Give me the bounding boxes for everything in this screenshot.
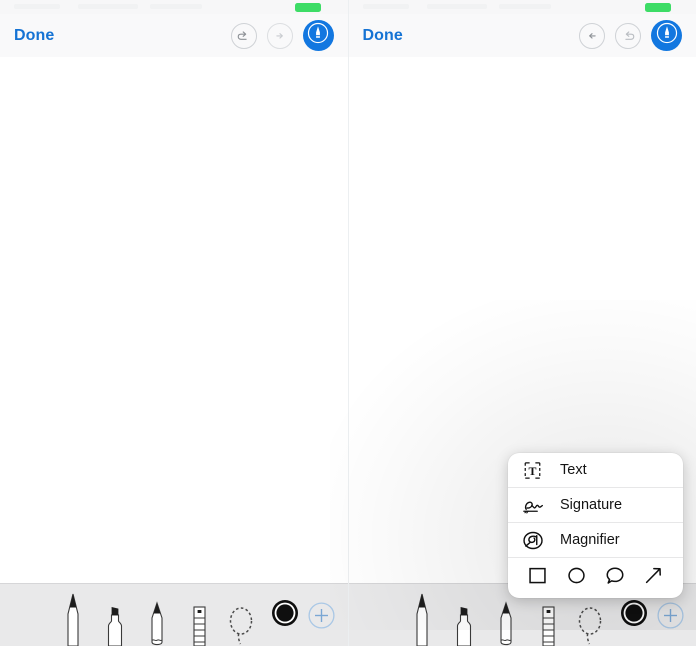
navbar-left: Done — [0, 14, 348, 58]
pencil-icon — [147, 600, 167, 646]
circle-shape[interactable] — [560, 562, 592, 594]
battery-full-icon — [644, 3, 671, 12]
highlighter-tool[interactable] — [94, 588, 136, 646]
arrow-icon — [643, 565, 664, 591]
arrow-shape[interactable] — [638, 562, 670, 594]
lasso-icon — [226, 602, 256, 646]
svg-text:T: T — [529, 463, 537, 477]
navbar-actions-right — [579, 20, 696, 51]
pen-icon — [411, 592, 433, 646]
magnifier-icon — [522, 530, 552, 551]
plus-circle-icon — [656, 602, 684, 634]
add-annotation-menu: T Text Signature Magnifier — [508, 453, 683, 598]
status-bar-right — [348, 0, 696, 15]
redo-button-right[interactable] — [615, 22, 641, 49]
shape-tools-row — [508, 558, 683, 598]
circle-icon — [566, 565, 587, 591]
undo-arrow-icon — [585, 28, 600, 43]
redo-button-left[interactable] — [266, 22, 293, 49]
menu-item-label: Signature — [560, 497, 623, 513]
menu-item-text[interactable]: T Text — [508, 453, 683, 488]
lasso-tool[interactable] — [220, 588, 262, 646]
eraser-icon — [189, 604, 209, 646]
add-button[interactable] — [656, 602, 684, 646]
pencil-tool[interactable] — [136, 588, 178, 646]
highlighter-icon — [103, 604, 127, 646]
lasso-icon — [575, 602, 605, 646]
device-panel-left: Done — [0, 0, 349, 646]
pen-markup-icon — [656, 22, 678, 49]
markup-editor-screen: Done Done T Text Signature Magnifier — [0, 0, 696, 646]
redo-arrow-icon — [272, 28, 287, 43]
navbar-actions-left — [230, 20, 348, 51]
battery-full-icon — [295, 3, 321, 12]
tools-bar-left — [0, 583, 348, 646]
speech-bubble-icon — [604, 565, 626, 591]
pen-tool[interactable] — [401, 588, 443, 646]
plus-circle-icon — [308, 602, 335, 634]
signature-icon — [522, 495, 552, 515]
highlighter-tool[interactable] — [443, 588, 485, 646]
add-button[interactable] — [308, 602, 335, 646]
square-shape[interactable] — [521, 562, 553, 594]
done-button-right[interactable]: Done — [363, 27, 403, 44]
undo-button-left[interactable] — [230, 22, 257, 49]
highlighter-icon — [452, 604, 476, 646]
square-icon — [527, 565, 548, 591]
menu-item-magnifier[interactable]: Magnifier — [508, 523, 683, 558]
navbar-right: Done — [348, 14, 696, 58]
undo-button-right[interactable] — [579, 22, 605, 49]
menu-item-label: Magnifier — [560, 532, 620, 548]
pencil-icon — [496, 600, 516, 646]
markup-toggle-right[interactable] — [651, 20, 682, 51]
markup-toggle-left[interactable] — [302, 20, 334, 51]
pen-tool[interactable] — [52, 588, 94, 646]
menu-item-signature[interactable]: Signature — [508, 488, 683, 523]
menu-item-label: Text — [560, 462, 587, 478]
color-swatch[interactable] — [262, 588, 308, 646]
done-button-left[interactable]: Done — [14, 27, 54, 44]
eraser-tool[interactable] — [178, 588, 220, 646]
status-bar-left — [0, 0, 348, 15]
redo-arrow-icon — [621, 28, 636, 43]
text-box-icon: T — [522, 460, 552, 481]
drawing-canvas-left[interactable] — [0, 57, 348, 584]
eraser-icon — [538, 604, 558, 646]
speech-bubble-shape[interactable] — [599, 562, 631, 594]
undo-arrow-icon — [236, 28, 251, 43]
tool-list-left — [52, 588, 308, 646]
pen-icon — [62, 592, 84, 646]
pen-markup-icon — [307, 22, 329, 49]
